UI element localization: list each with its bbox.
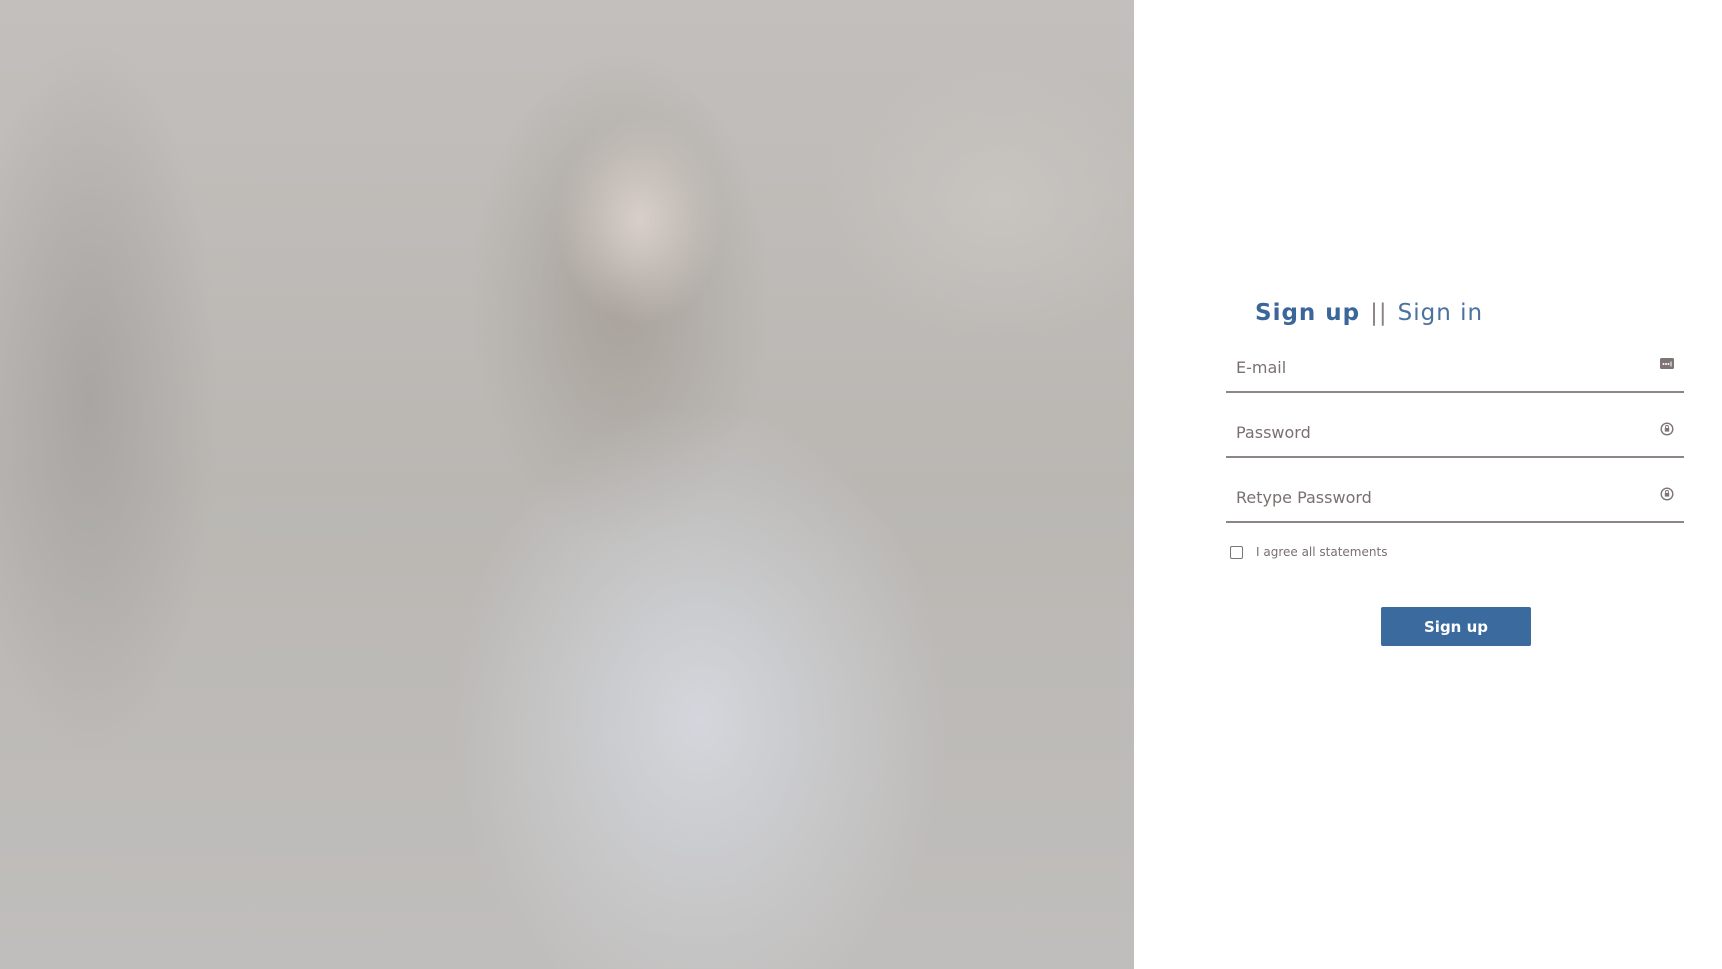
agree-checkbox[interactable] — [1230, 546, 1243, 559]
password-field-wrapper — [1226, 412, 1684, 458]
tab-separator: || — [1370, 300, 1388, 326]
lock-icon — [1660, 422, 1674, 436]
tab-sign-in[interactable]: Sign in — [1398, 300, 1483, 326]
hero-photo — [0, 0, 1134, 969]
retype-password-field-wrapper — [1226, 477, 1684, 523]
lock-icon — [1660, 487, 1674, 501]
email-input[interactable] — [1234, 357, 1638, 378]
email-card-icon — [1660, 358, 1674, 369]
email-field-wrapper — [1226, 347, 1684, 393]
sign-up-button[interactable]: Sign up — [1381, 607, 1531, 646]
agree-label[interactable]: I agree all statements — [1256, 545, 1387, 559]
auth-tabs: Sign up || Sign in — [1255, 300, 1483, 326]
password-input[interactable] — [1234, 422, 1638, 443]
retype-password-input[interactable] — [1234, 487, 1638, 508]
tab-sign-up[interactable]: Sign up — [1255, 300, 1360, 326]
